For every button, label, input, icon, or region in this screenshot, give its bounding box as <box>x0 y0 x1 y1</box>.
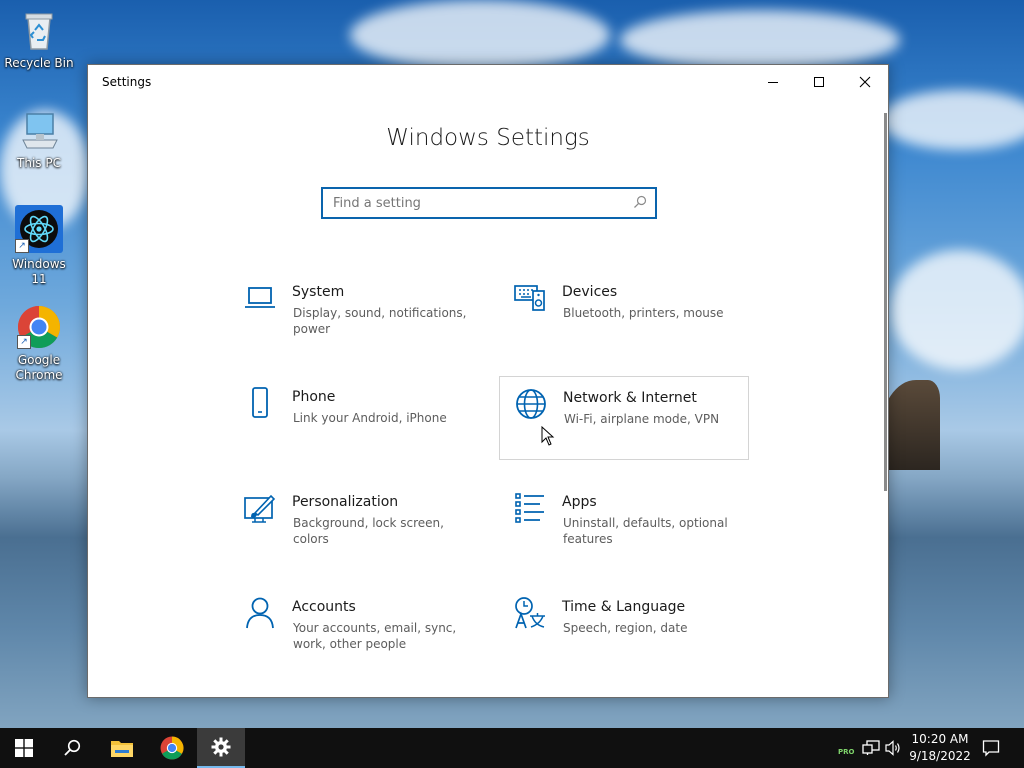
laptop-icon <box>245 287 275 308</box>
close-icon <box>859 76 871 88</box>
clock-time: 10:20 AM <box>911 732 969 746</box>
windows-start-icon <box>15 739 33 757</box>
title-bar[interactable]: Settings <box>88 65 888 99</box>
tile-devices[interactable]: Devices Bluetooth, printers, mouse <box>499 271 749 355</box>
keyboard-speaker-icon <box>514 285 545 311</box>
tile-title: System <box>292 284 345 300</box>
taskbar-file-explorer[interactable] <box>98 728 146 768</box>
tile-title: Apps <box>562 494 597 510</box>
time-language-icon <box>515 597 545 629</box>
search-input[interactable] <box>323 189 623 217</box>
cloud <box>890 250 1024 370</box>
headland-rock <box>880 380 940 470</box>
search-icon <box>64 739 81 756</box>
tile-phone[interactable]: Phone Link your Android, iPhone <box>229 376 479 460</box>
tray-pro-badge[interactable]: PRO <box>838 728 854 768</box>
start-button[interactable] <box>0 728 48 768</box>
minimize-icon <box>768 82 778 83</box>
computer-icon <box>17 108 61 152</box>
tile-description: Display, sound, notifications, power <box>293 306 467 336</box>
tile-description: Uninstall, defaults, optional features <box>563 516 728 546</box>
desktop-icon-google-chrome[interactable]: ↗ Google Chrome <box>3 305 75 383</box>
paint-brush-icon <box>244 494 276 523</box>
desktop-icon-label: Windows 11 <box>12 257 66 286</box>
shortcut-arrow-icon: ↗ <box>15 239 29 253</box>
cloud <box>880 90 1024 150</box>
taskbar-chrome[interactable] <box>148 728 196 768</box>
close-button[interactable] <box>842 65 888 99</box>
search-icon[interactable] <box>633 195 647 209</box>
desktop-icon-label: Google Chrome <box>15 353 63 382</box>
tile-title: Phone <box>292 389 336 405</box>
speaker-icon <box>885 740 900 756</box>
desktop-icon-this-pc[interactable]: This PC <box>3 108 75 171</box>
tile-title: Accounts <box>292 599 356 615</box>
chrome-icon <box>160 736 184 760</box>
settings-gear-icon <box>211 737 231 757</box>
tile-title: Network & Internet <box>563 390 697 406</box>
settings-window: Settings Windows Settings System Display… <box>87 64 889 698</box>
tile-description: Bluetooth, printers, mouse <box>563 306 724 320</box>
chrome-icon: ↗ <box>17 305 61 349</box>
shortcut-arrow-icon: ↗ <box>17 335 31 349</box>
tile-system[interactable]: System Display, sound, notifications, po… <box>229 271 479 355</box>
notification-icon <box>982 740 1000 757</box>
network-wired-icon <box>862 740 880 755</box>
desktop-icon-windows-11[interactable]: ↗ Windows 11 <box>3 205 75 287</box>
tile-accounts[interactable]: Accounts Your accounts, email, sync, wor… <box>229 586 479 670</box>
cloud <box>350 0 610 70</box>
tile-title: Personalization <box>292 494 399 510</box>
tile-description: Background, lock screen, colors <box>293 516 444 546</box>
pro-badge: PRO <box>838 748 855 756</box>
person-icon <box>246 597 274 629</box>
maximize-button[interactable] <box>796 65 842 99</box>
taskbar: PRO 10:20 AM 9/18/2022 <box>0 728 1024 768</box>
apps-list-icon <box>515 493 544 523</box>
tray-network[interactable] <box>862 728 880 768</box>
phone-icon <box>252 387 268 418</box>
taskbar-settings[interactable] <box>197 728 245 768</box>
desktop-icon-label: Recycle Bin <box>4 56 74 70</box>
tray-volume[interactable] <box>885 728 903 768</box>
taskbar-clock[interactable]: 10:20 AM 9/18/2022 <box>905 731 975 765</box>
globe-icon <box>516 389 546 419</box>
desktop-icon-recycle-bin[interactable]: Recycle Bin <box>3 8 75 71</box>
tile-network-internet[interactable]: Network & Internet Wi-Fi, airplane mode,… <box>499 376 749 460</box>
tile-time-language[interactable]: Time & Language Speech, region, date <box>499 586 749 670</box>
tile-title: Devices <box>562 284 618 300</box>
minimize-button[interactable] <box>750 65 796 99</box>
cloud <box>620 10 900 70</box>
window-title: Settings <box>102 75 152 89</box>
scrollbar[interactable] <box>884 113 887 491</box>
tile-description: Your accounts, email, sync, work, other … <box>293 621 457 651</box>
taskbar-search-button[interactable] <box>48 728 96 768</box>
recycle-bin-icon <box>17 8 61 52</box>
action-center-button[interactable] <box>982 728 1000 768</box>
search-box[interactable] <box>321 187 657 219</box>
tile-description: Link your Android, iPhone <box>293 411 447 425</box>
tile-description: Speech, region, date <box>563 621 688 635</box>
tile-description: Wi-Fi, airplane mode, VPN <box>564 412 720 426</box>
file-explorer-icon <box>111 741 133 757</box>
react-app-icon: ↗ <box>15 205 63 253</box>
clock-date: 9/18/2022 <box>909 749 971 763</box>
maximize-icon <box>814 77 824 87</box>
tile-personalization[interactable]: Personalization Background, lock screen,… <box>229 481 479 565</box>
desktop-icon-label: This PC <box>17 156 61 170</box>
tile-apps[interactable]: Apps Uninstall, defaults, optional featu… <box>499 481 749 565</box>
mouse-cursor-icon <box>541 426 555 446</box>
tile-title: Time & Language <box>562 599 686 615</box>
page-title: Windows Settings <box>386 125 590 151</box>
